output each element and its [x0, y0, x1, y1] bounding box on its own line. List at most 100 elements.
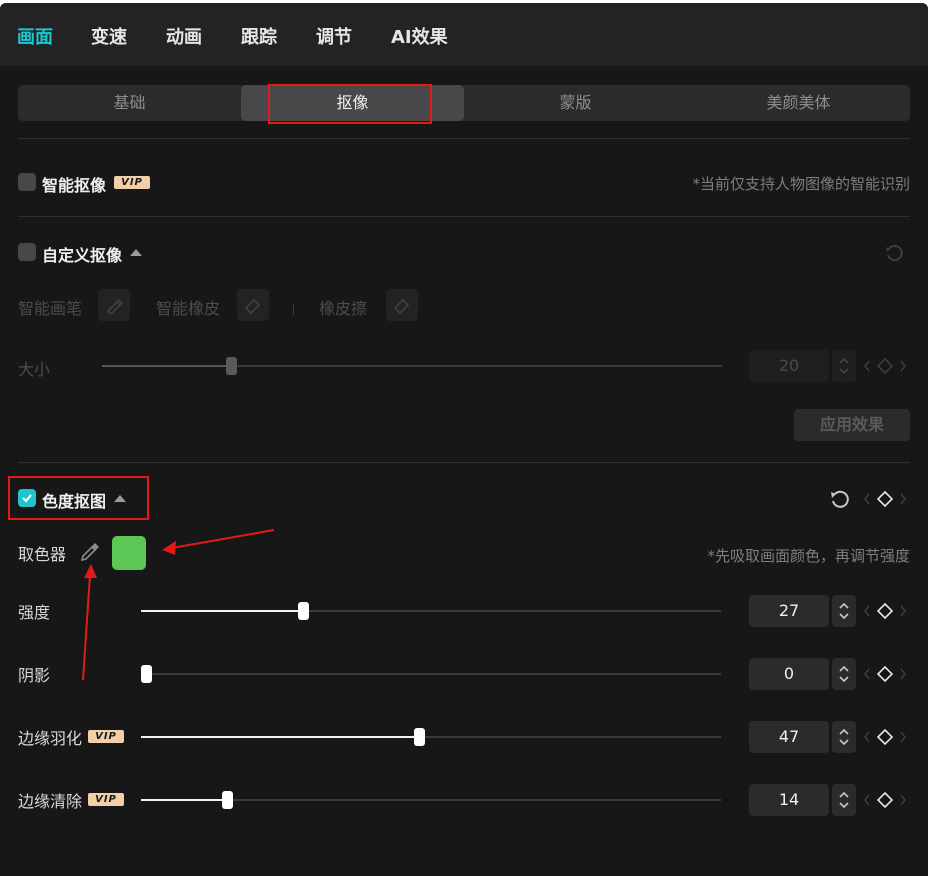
slider-fill — [141, 799, 223, 801]
vip-badge: VIP — [88, 793, 124, 806]
value-stepper[interactable] — [832, 784, 856, 816]
slider-fill — [141, 736, 414, 738]
keyframe-controls[interactable] — [863, 599, 907, 623]
apply-effect-button[interactable]: 应用效果 — [794, 409, 910, 441]
size-slider-thumb — [226, 357, 237, 375]
next-keyframe-icon — [900, 360, 906, 372]
slider-value-input[interactable]: 27 — [749, 595, 829, 627]
keyframe-diamond-icon — [876, 728, 894, 746]
slider-label: 强度 — [18, 603, 51, 622]
top-tab-bar: 画面 变速 动画 跟踪 调节 AI效果 — [0, 3, 928, 66]
keyframe-controls[interactable] — [863, 487, 907, 511]
properties-panel: 画面 变速 动画 跟踪 调节 AI效果 基础 抠像 蒙版 美颜美体 智能抠像 V… — [0, 3, 928, 876]
highlight-box-cutout-tab — [268, 84, 432, 124]
eraser-icon — [393, 298, 410, 314]
sub-tab-bar: 基础 抠像 蒙版 美颜美体 — [18, 85, 910, 121]
slider-label: 边缘羽化 — [18, 729, 83, 748]
keyframe-diamond-icon — [876, 357, 894, 375]
prev-keyframe-icon — [864, 605, 870, 617]
color-picker-label: 取色器 — [18, 545, 67, 564]
value-stepper[interactable] — [832, 721, 856, 753]
size-stepper — [832, 350, 856, 382]
value-stepper[interactable] — [832, 658, 856, 690]
prev-keyframe-icon — [864, 360, 870, 372]
slider-value-input[interactable]: 47 — [749, 721, 829, 753]
next-keyframe-icon — [900, 493, 906, 505]
slider-value-input[interactable]: 0 — [749, 658, 829, 690]
reset-icon[interactable] — [829, 488, 851, 510]
slider-track[interactable] — [141, 673, 721, 675]
smart-eraser-label: 智能橡皮 — [156, 299, 221, 318]
updown-chevron-icon — [839, 357, 849, 375]
smart-cutout-hint: *当前仅支持人物图像的智能识别 — [692, 175, 910, 193]
tab-adjust[interactable]: 调节 — [316, 23, 352, 49]
keyframe-controls[interactable] — [863, 662, 907, 686]
keyframe-diamond-icon — [876, 665, 894, 683]
updown-chevron-icon — [839, 665, 849, 683]
brush-icon — [106, 298, 123, 314]
size-label: 大小 — [18, 360, 51, 379]
eraser-label: 橡皮擦 — [319, 299, 368, 318]
divider — [18, 216, 910, 217]
keyframe-diamond-icon — [876, 602, 894, 620]
slider-thumb[interactable] — [222, 791, 234, 809]
picked-color-swatch[interactable] — [112, 536, 146, 570]
slider-track[interactable] — [141, 610, 721, 612]
subtab-mask[interactable]: 蒙版 — [464, 85, 687, 121]
smart-eraser-button — [237, 289, 269, 321]
next-keyframe-icon — [900, 605, 906, 617]
tool-separator — [293, 303, 294, 315]
slider-value-input[interactable]: 14 — [749, 784, 829, 816]
tab-animation[interactable]: 动画 — [166, 23, 202, 49]
prev-keyframe-icon — [864, 731, 870, 743]
divider — [18, 138, 910, 139]
next-keyframe-icon — [900, 668, 906, 680]
slider-thumb[interactable] — [141, 665, 152, 683]
keyframe-controls — [864, 357, 906, 375]
slider-track[interactable] — [141, 736, 721, 738]
keyframe-diamond-icon — [876, 791, 894, 809]
tab-ai-effects[interactable]: AI效果 — [391, 23, 448, 49]
divider — [18, 462, 910, 463]
size-value: 20 — [749, 350, 829, 382]
custom-cutout-checkbox[interactable] — [18, 243, 36, 261]
smart-cutout-title: 智能抠像 — [42, 176, 107, 195]
highlight-box-chroma-key — [8, 476, 149, 520]
size-slider-track — [102, 365, 722, 367]
slider-fill — [141, 610, 298, 612]
size-slider-fill — [102, 365, 226, 367]
keyframe-controls[interactable] — [863, 788, 907, 812]
vip-badge: VIP — [114, 176, 150, 189]
slider-label: 边缘清除 — [18, 792, 83, 811]
custom-cutout-title: 自定义抠像 — [42, 246, 123, 265]
subtab-beauty[interactable]: 美颜美体 — [687, 85, 910, 121]
updown-chevron-icon — [839, 791, 849, 809]
value-stepper[interactable] — [832, 595, 856, 627]
slider-thumb[interactable] — [413, 728, 425, 746]
tab-tracking[interactable]: 跟踪 — [241, 23, 277, 49]
reset-icon — [886, 245, 903, 262]
smart-brush-label: 智能画笔 — [18, 299, 83, 318]
updown-chevron-icon — [839, 728, 849, 746]
slider-thumb[interactable] — [297, 602, 309, 620]
updown-chevron-icon — [839, 602, 849, 620]
prev-keyframe-icon — [864, 493, 870, 505]
smart-cutout-checkbox[interactable] — [18, 173, 36, 191]
slider-label: 阴影 — [18, 666, 51, 685]
next-keyframe-icon — [900, 731, 906, 743]
smart-brush-button — [98, 289, 130, 321]
collapse-arrow-icon[interactable] — [130, 249, 142, 256]
next-keyframe-icon — [900, 794, 906, 806]
tab-speed[interactable]: 变速 — [91, 23, 127, 49]
prev-keyframe-icon — [864, 668, 870, 680]
prev-keyframe-icon — [864, 794, 870, 806]
eyedropper-icon[interactable] — [78, 540, 102, 564]
keyframe-diamond-icon — [876, 490, 894, 508]
subtab-basic[interactable]: 基础 — [18, 85, 241, 121]
eraser-icon — [244, 298, 261, 314]
tab-picture[interactable]: 画面 — [17, 23, 53, 49]
vip-badge: VIP — [88, 730, 124, 743]
chroma-key-hint: *先吸取画面颜色，再调节强度 — [707, 547, 910, 565]
keyframe-controls[interactable] — [863, 725, 907, 749]
eraser-button — [386, 289, 418, 321]
